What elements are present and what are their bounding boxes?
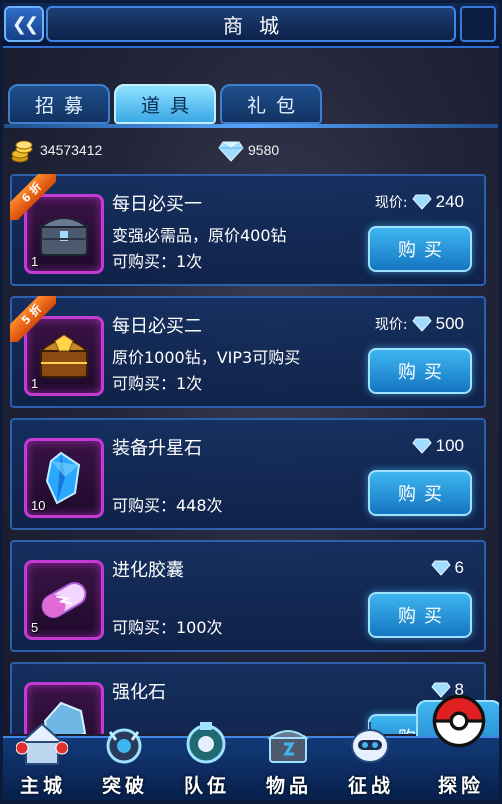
discount-text: 6 折 xyxy=(10,174,56,220)
buy-button-label: 购买 xyxy=(398,606,450,627)
buy-button-label: 购买 xyxy=(398,240,450,261)
item-quantity: 10 xyxy=(31,498,46,513)
price-value: 500 xyxy=(435,314,464,333)
item-price: 6 xyxy=(430,558,464,578)
tabs-divider xyxy=(4,124,498,128)
items-icon xyxy=(267,730,309,763)
price-value: 240 xyxy=(435,192,464,211)
item-name: 每日必买一 xyxy=(112,194,202,215)
shop-item-card: 强化石 8 购买 xyxy=(10,662,486,734)
price-value: 100 xyxy=(435,436,464,455)
nav-item-city[interactable]: 主城 xyxy=(0,722,82,804)
item-name: 每日必买二 xyxy=(112,316,202,337)
price-label: 现价: xyxy=(374,317,408,333)
tab-label: 道具 xyxy=(140,94,199,117)
price-label: 现价: xyxy=(374,195,408,211)
nav-label: 物品 xyxy=(265,775,312,797)
buy-button-label: 购买 xyxy=(398,484,450,505)
nav-item-team[interactable]: 队伍 xyxy=(164,722,246,804)
discount-badge: 6 折 xyxy=(10,174,56,220)
title-bar: ❮❮ 商城 xyxy=(0,0,502,48)
item-icon-frame[interactable]: 5 xyxy=(24,560,104,640)
corner-decoration-icon xyxy=(460,6,496,42)
buy-button[interactable]: 购买 xyxy=(368,348,472,394)
team-icon xyxy=(186,722,226,764)
tab-label: 招募 xyxy=(34,94,93,117)
item-name: 强化石 xyxy=(112,682,166,703)
item-quantity: 5 xyxy=(31,620,39,635)
discount-badge: 5 折 xyxy=(10,296,56,342)
nav-label: 突破 xyxy=(101,775,148,797)
item-description: 原价1000钻，VIP3可购买 xyxy=(112,348,301,367)
item-price: 现价: 240 xyxy=(375,192,464,212)
nav-label: 主城 xyxy=(19,775,66,797)
gold-coin-stack-icon xyxy=(11,140,33,163)
shop-item-card: 5 进化胶囊 可购买：100次 6 购买 xyxy=(10,540,486,652)
nav-label: 探险 xyxy=(437,775,484,797)
diamond-icon xyxy=(411,438,432,454)
bottom-nav: 主城 突破 队伍 物品 征战 探险 xyxy=(0,694,502,804)
tab-recruit[interactable]: 招募 xyxy=(8,84,110,124)
nav-label: 队伍 xyxy=(183,775,230,797)
item-description: 变强必需品，原价400钻 xyxy=(112,226,287,245)
shop-item-card: 1 6 折 每日必买一 变强必需品，原价400钻 可购买：1次 现价: 240 … xyxy=(10,174,486,286)
gem-balance: 9580 xyxy=(248,142,280,158)
tab-gift-packs[interactable]: 礼包 xyxy=(220,84,322,124)
page-title-text: 商城 xyxy=(223,13,295,38)
tab-items[interactable]: 道具 xyxy=(114,84,216,124)
back-chevrons-icon: ❮❮ xyxy=(11,13,39,35)
coin-balance: 34573412 xyxy=(40,142,103,158)
capsule-icon xyxy=(41,582,87,618)
shop-tabs: 招募 道具 礼包 xyxy=(8,84,492,126)
item-quantity: 1 xyxy=(31,376,39,391)
nav-item-explore[interactable]: 探险 xyxy=(418,694,500,804)
breakthrough-icon xyxy=(106,728,142,764)
shop-item-card: 1 5 折 每日必买二 原价1000钻，VIP3可购买 可购买：1次 现价: 5… xyxy=(10,296,486,408)
diamond-icon xyxy=(218,141,244,162)
purchase-limit: 可购买：100次 xyxy=(112,618,223,637)
purchase-limit: 可购买：1次 xyxy=(112,252,203,271)
currency-bar: 34573412 9580 xyxy=(0,136,502,166)
nav-label: 征战 xyxy=(347,775,394,797)
nav-item-items[interactable]: 物品 xyxy=(246,730,328,804)
battle-robot-icon xyxy=(351,722,389,763)
discount-text: 5 折 xyxy=(10,296,56,342)
diamond-icon xyxy=(430,560,451,576)
buy-button[interactable]: 购买 xyxy=(368,226,472,272)
item-icon-frame[interactable]: 10 xyxy=(24,438,104,518)
item-name: 装备升星石 xyxy=(112,438,202,459)
buy-button-label: 购买 xyxy=(398,362,450,383)
buy-button[interactable]: 购买 xyxy=(368,470,472,516)
buy-button[interactable]: 购买 xyxy=(368,592,472,638)
shop-item-list[interactable]: 1 6 折 每日必买一 变强必需品，原价400钻 可购买：1次 现价: 240 … xyxy=(10,174,486,734)
price-value: 6 xyxy=(454,558,464,577)
city-icon xyxy=(16,722,68,765)
nav-item-battle[interactable]: 征战 xyxy=(328,722,410,804)
back-button[interactable]: ❮❮ xyxy=(4,6,44,42)
nav-item-breakthrough[interactable]: 突破 xyxy=(82,728,164,804)
item-price: 100 xyxy=(411,436,464,456)
shop-item-card: 10 装备升星石 可购买：448次 100 购买 xyxy=(10,418,486,530)
diamond-icon xyxy=(411,316,432,332)
item-price: 现价: 500 xyxy=(375,314,464,334)
pokeball-icon xyxy=(432,694,486,748)
page-title: 商城 xyxy=(46,6,456,42)
purchase-limit: 可购买：448次 xyxy=(112,496,223,515)
tab-label: 礼包 xyxy=(246,94,305,117)
item-name: 进化胶囊 xyxy=(112,560,184,581)
item-quantity: 1 xyxy=(31,254,39,269)
diamond-icon xyxy=(411,194,432,210)
purchase-limit: 可购买：1次 xyxy=(112,374,203,393)
